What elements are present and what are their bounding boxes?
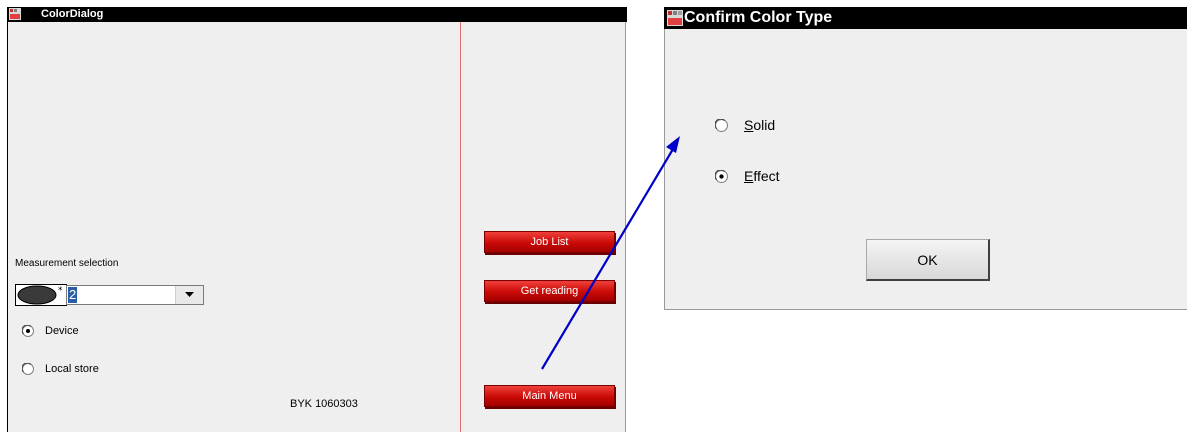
annotation-arrow-icon <box>541 136 680 370</box>
